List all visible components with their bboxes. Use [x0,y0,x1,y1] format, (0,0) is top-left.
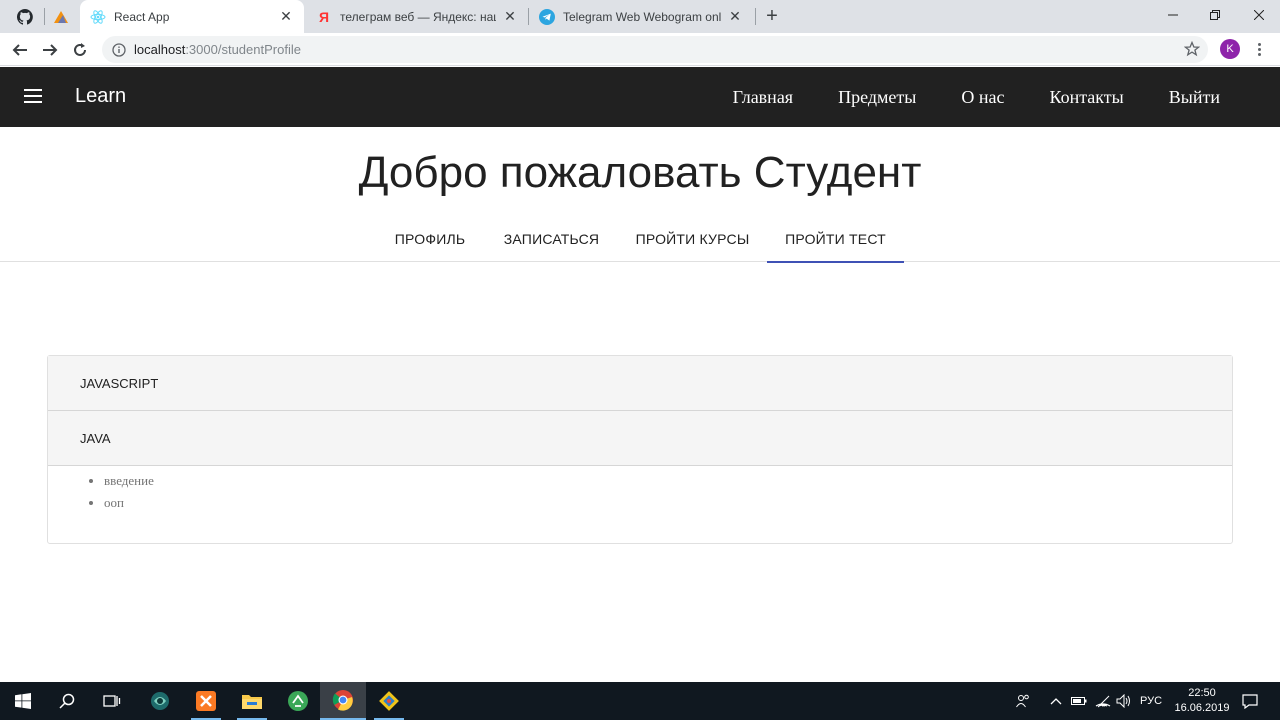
close-icon[interactable]: ✕ [727,8,743,25]
nav-link-logout[interactable]: Выйти [1169,87,1220,108]
windows-taskbar: РУС 22:50 16.06.2019 [0,682,1280,720]
system-clock[interactable]: 22:50 16.06.2019 [1166,686,1238,716]
nav-link-contacts[interactable]: Контакты [1049,87,1123,108]
tab-take-test[interactable]: ПРОЙТИ ТЕСТ [767,216,904,263]
minimize-icon[interactable] [1150,0,1195,30]
url-host: localhost [134,42,186,57]
tab-profile[interactable]: ПРОФИЛЬ [375,216,485,262]
xampp-icon[interactable] [183,682,229,720]
tab-telegram[interactable]: Telegram Web Webogram online ✕ [529,0,753,33]
clock-time: 22:50 [1188,687,1216,699]
tab-react-app[interactable]: React App ✕ [80,0,304,33]
chevron-up-icon[interactable] [1046,682,1066,720]
accordion-header-java[interactable]: JAVA [48,411,1232,466]
close-icon[interactable]: ✕ [502,8,518,25]
profile-avatar[interactable]: K [1220,39,1240,59]
browser-menu-icon[interactable] [1250,40,1268,58]
app-navbar: Learn Главная Предметы О нас Контакты Вы… [0,67,1280,127]
battery-icon[interactable] [1068,682,1090,720]
pma-pinned-tab[interactable] [45,0,77,33]
url-path: :3000/studentProfile [185,42,301,57]
github-pinned-tab[interactable] [9,0,41,33]
react-icon [90,9,106,25]
window-close-icon[interactable] [1236,0,1280,30]
accordion-header-javascript[interactable]: JAVASCRIPT [48,356,1232,411]
brand-logo[interactable]: Learn [75,85,126,108]
close-icon[interactable]: ✕ [278,8,294,25]
page-title: Добро пожаловать Студент [358,148,922,197]
restore-icon[interactable] [1192,0,1237,30]
git-icon[interactable] [366,682,412,720]
courses-accordion: JAVASCRIPT JAVA введение ооп [47,355,1233,544]
new-tab-plus-icon[interactable]: + [760,4,784,28]
telegram-icon [539,8,555,25]
language-indicator[interactable]: РУС [1137,682,1165,720]
app-icon-green[interactable] [275,682,321,720]
people-icon[interactable] [1010,682,1036,720]
tab-enroll[interactable]: ЗАПИСАТЬСЯ [485,216,618,262]
nav-link-about[interactable]: О нас [961,87,1004,108]
nav-link-subjects[interactable]: Предметы [838,87,916,108]
profile-tabs: ПРОФИЛЬ ЗАПИСАТЬСЯ ПРОЙТИ КУРСЫ ПРОЙТИ Т… [0,216,1280,263]
info-icon [112,42,126,57]
list-item[interactable]: введение [104,470,1232,492]
github-icon [17,8,33,25]
tab-title: телеграм веб — Яндекс: нашлось [340,9,496,24]
list-item[interactable]: ооп [104,492,1232,514]
volume-icon[interactable] [1114,682,1134,720]
file-explorer-icon[interactable] [229,682,275,720]
yandex-icon: Я [318,8,330,25]
search-icon[interactable] [44,682,90,720]
notifications-icon[interactable] [1238,682,1262,720]
back-arrow-icon[interactable] [7,37,33,63]
tab-take-courses[interactable]: ПРОЙТИ КУРСЫ [618,216,767,262]
hamburger-menu-icon[interactable] [24,89,42,103]
nav-link-home[interactable]: Главная [733,87,793,108]
nav-links: Главная Предметы О нас Контакты Выйти [688,67,1220,127]
browser-toolbar: localhost:3000/studentProfile [0,33,1280,66]
tab-yandex[interactable]: Я телеграм веб — Яндекс: нашлось ✕ [306,0,528,33]
chrome-icon[interactable] [320,682,366,720]
tab-separator [755,8,756,25]
wifi-icon[interactable] [1092,682,1114,720]
clock-date: 16.06.2019 [1174,702,1230,714]
windows-start-icon[interactable] [0,682,46,720]
tab-title: React App [114,9,170,24]
tab-title: Telegram Web Webogram online [563,9,721,24]
forward-arrow-icon[interactable] [37,37,63,63]
java-topics-list: введение ооп [48,466,1232,514]
bookmark-star-icon[interactable] [1183,40,1201,60]
reload-icon[interactable] [67,37,93,63]
address-bar[interactable]: localhost:3000/studentProfile [102,36,1208,63]
task-view-icon[interactable] [89,682,135,720]
browser-tab-strip: React App ✕ Я телеграм веб — Яндекс: наш… [0,0,1280,33]
app-icon-globe[interactable] [137,682,183,720]
phpmyadmin-icon [54,10,68,23]
